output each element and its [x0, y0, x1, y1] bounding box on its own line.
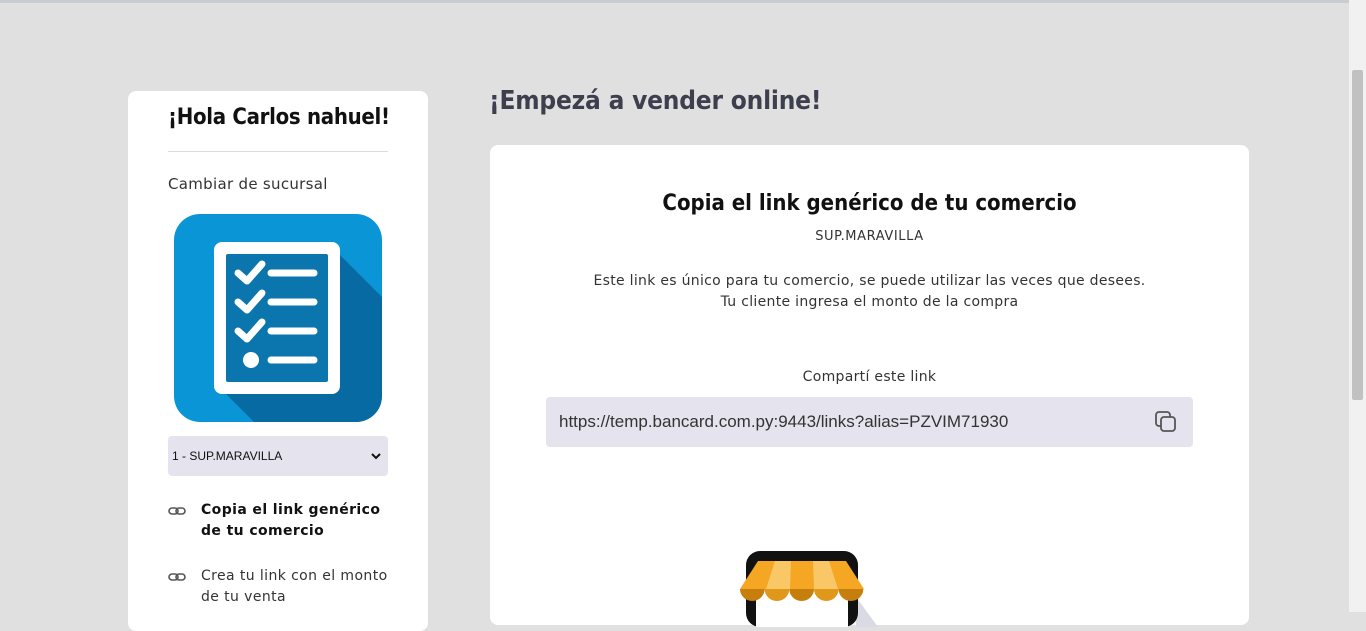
description-line-2: Tu cliente ingresa el monto de la compra [720, 294, 1019, 310]
link-icon [168, 507, 186, 515]
share-link-url[interactable]: https://temp.bancard.com.py:9443/links?a… [559, 412, 1008, 432]
branch-select-value: 1 - SUP.MARAVILLA [172, 449, 283, 463]
copy-icon[interactable] [1153, 409, 1179, 435]
branch-select[interactable]: 1 - SUP.MARAVILLA [168, 436, 388, 476]
card-title: Copia el link genérico de tu comercio [662, 191, 1077, 216]
scrollbar[interactable] [1349, 0, 1366, 612]
greeting: ¡Hola Carlos nahuel! [168, 105, 390, 130]
top-border [0, 0, 1349, 3]
link-icon [168, 573, 186, 581]
card-description: Este link es único para tu comercio, se … [490, 271, 1249, 313]
change-branch-label: Cambiar de sucursal [168, 175, 328, 193]
storefront-icon [740, 551, 878, 627]
sidebar: ¡Hola Carlos nahuel! Cambiar de sucursal… [128, 91, 428, 631]
description-line-1: Este link es único para tu comercio, se … [593, 273, 1146, 289]
menu-item-amount-link[interactable]: Crea tu link con el monto de tu venta [168, 566, 398, 608]
scrollbar-thumb[interactable] [1352, 70, 1363, 400]
generic-link-card: Copia el link genérico de tu comercio SU… [490, 145, 1249, 627]
page-title: ¡Empezá a vender online! [489, 86, 822, 116]
menu-item-label: Crea tu link con el monto de tu venta [201, 568, 388, 605]
merchant-name: SUP.MARAVILLA [815, 229, 924, 244]
share-link-field[interactable]: https://temp.bancard.com.py:9443/links?a… [546, 397, 1193, 447]
share-link-label: Compartí este link [802, 369, 937, 385]
menu-item-generic-link[interactable]: Copia el link genérico de tu comercio [168, 500, 398, 542]
menu-item-label: Copia el link genérico de tu comercio [201, 502, 381, 539]
checklist-icon [174, 214, 382, 422]
divider [168, 151, 388, 152]
chevron-down-icon [371, 453, 381, 460]
